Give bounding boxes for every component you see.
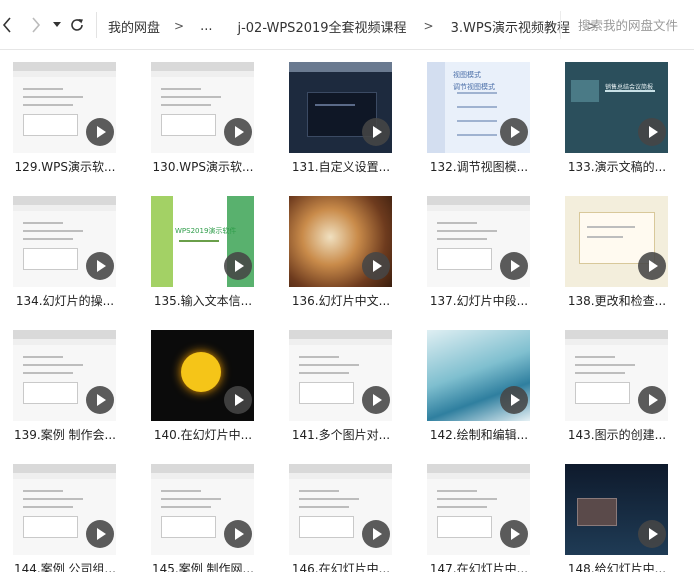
- video-thumbnail[interactable]: [565, 330, 668, 421]
- video-item[interactable]: 138.更改和检查...: [552, 186, 682, 309]
- video-thumbnail[interactable]: [427, 196, 530, 287]
- play-icon[interactable]: [362, 520, 390, 548]
- breadcrumb-item-ellipsis[interactable]: ...: [200, 19, 212, 34]
- video-title[interactable]: 130.WPS演示软...: [138, 158, 268, 175]
- play-icon[interactable]: [638, 252, 666, 280]
- search-input[interactable]: [578, 17, 694, 33]
- video-title[interactable]: 133.演示文稿的...: [552, 158, 682, 175]
- video-title[interactable]: 140.在幻灯片中...: [138, 426, 268, 443]
- video-item[interactable]: 137.幻灯片中段...: [414, 186, 544, 309]
- video-item[interactable]: 145.案例 制作网...: [138, 454, 268, 572]
- play-icon[interactable]: [362, 386, 390, 414]
- play-icon[interactable]: [86, 386, 114, 414]
- video-item[interactable]: 134.幻灯片的操...: [0, 186, 130, 309]
- play-icon[interactable]: [224, 520, 252, 548]
- video-title[interactable]: 134.幻灯片的操...: [0, 292, 130, 309]
- video-item[interactable]: WPS2019演示软件 135.输入文本信...: [138, 186, 268, 309]
- play-icon[interactable]: [500, 520, 528, 548]
- search-box: [560, 11, 694, 39]
- play-icon[interactable]: [224, 118, 252, 146]
- play-icon[interactable]: [86, 118, 114, 146]
- play-icon[interactable]: [500, 118, 528, 146]
- thumbnail-text: 销售总结会议简报: [605, 84, 654, 91]
- video-thumbnail[interactable]: [427, 330, 530, 421]
- video-item[interactable]: 销售总结会议简报 133.演示文稿的...: [552, 52, 682, 175]
- video-item[interactable]: 131.自定义设置...: [276, 52, 406, 175]
- video-thumbnail[interactable]: [565, 464, 668, 555]
- video-item[interactable]: 129.WPS演示软...: [0, 52, 130, 175]
- video-thumbnail[interactable]: [13, 330, 116, 421]
- play-icon[interactable]: [362, 252, 390, 280]
- video-title[interactable]: 129.WPS演示软...: [0, 158, 130, 175]
- video-thumbnail[interactable]: [289, 464, 392, 555]
- video-item[interactable]: 139.案例 制作会...: [0, 320, 130, 443]
- thumbnail-text: 视图模式: [453, 71, 481, 79]
- play-icon[interactable]: [638, 520, 666, 548]
- video-title[interactable]: 144.案例 公司组...: [0, 560, 130, 572]
- video-title[interactable]: 136.幻灯片中文...: [276, 292, 406, 309]
- video-title[interactable]: 142.绘制和编辑...: [414, 426, 544, 443]
- video-item[interactable]: 144.案例 公司组...: [0, 454, 130, 572]
- thumbnail-text: 调节视图模式: [453, 83, 495, 91]
- video-thumbnail[interactable]: [13, 464, 116, 555]
- video-item[interactable]: 143.图示的创建...: [552, 320, 682, 443]
- back-arrow-icon[interactable]: [0, 14, 14, 36]
- video-item[interactable]: 141.多个图片对...: [276, 320, 406, 443]
- play-icon[interactable]: [362, 118, 390, 146]
- video-thumbnail[interactable]: [565, 196, 668, 287]
- chevron-right-icon: >: [423, 19, 434, 33]
- video-item[interactable]: 视图模式调节视图模式 132.调节视图模...: [414, 52, 544, 175]
- video-item[interactable]: 148.给幻灯片中...: [552, 454, 682, 572]
- video-thumbnail[interactable]: 销售总结会议简报: [565, 62, 668, 153]
- play-icon[interactable]: [86, 252, 114, 280]
- video-title[interactable]: 138.更改和检查...: [552, 292, 682, 309]
- breadcrumb-item-my-drive[interactable]: 我的网盘: [108, 17, 160, 36]
- video-thumbnail[interactable]: [13, 62, 116, 153]
- video-title[interactable]: 145.案例 制作网...: [138, 560, 268, 572]
- video-thumbnail[interactable]: [151, 62, 254, 153]
- video-title[interactable]: 139.案例 制作会...: [0, 426, 130, 443]
- navigation-bar: 我的网盘 > ... j-02-WPS2019全套视频课程 > 3.WPS演示视…: [0, 0, 694, 50]
- video-title[interactable]: 147.在幻灯片中...: [414, 560, 544, 572]
- video-title[interactable]: 131.自定义设置...: [276, 158, 406, 175]
- play-icon[interactable]: [224, 252, 252, 280]
- video-title[interactable]: 143.图示的创建...: [552, 426, 682, 443]
- breadcrumb-item-current-folder[interactable]: 3.WPS演示视频教程: [451, 17, 570, 36]
- forward-arrow-icon[interactable]: [28, 14, 44, 36]
- breadcrumb-item-course-folder[interactable]: j-02-WPS2019全套视频课程: [237, 17, 406, 36]
- video-title[interactable]: 132.调节视图模...: [414, 158, 544, 175]
- video-title[interactable]: 137.幻灯片中段...: [414, 292, 544, 309]
- video-item[interactable]: 142.绘制和编辑...: [414, 320, 544, 443]
- play-icon[interactable]: [638, 118, 666, 146]
- video-thumbnail[interactable]: [151, 464, 254, 555]
- video-thumbnail[interactable]: [13, 196, 116, 287]
- play-icon[interactable]: [638, 386, 666, 414]
- breadcrumb: 我的网盘 > ... j-02-WPS2019全套视频课程 > 3.WPS演示视…: [108, 16, 614, 36]
- video-title[interactable]: 141.多个图片对...: [276, 426, 406, 443]
- video-item[interactable]: 136.幻灯片中文...: [276, 186, 406, 309]
- thumbnail-text: WPS2019演示软件: [175, 227, 237, 235]
- video-thumbnail[interactable]: [289, 62, 392, 153]
- video-thumbnail[interactable]: [151, 330, 254, 421]
- video-thumbnail[interactable]: [427, 464, 530, 555]
- video-title[interactable]: 146.在幻灯片中...: [276, 560, 406, 572]
- video-thumbnail[interactable]: WPS2019演示软件: [151, 196, 254, 287]
- play-icon[interactable]: [86, 520, 114, 548]
- video-item[interactable]: 140.在幻灯片中...: [138, 320, 268, 443]
- play-icon[interactable]: [500, 386, 528, 414]
- toolbar-divider: [96, 12, 97, 38]
- chevron-right-icon: >: [174, 19, 185, 33]
- video-thumbnail[interactable]: [289, 196, 392, 287]
- video-item[interactable]: 146.在幻灯片中...: [276, 454, 406, 572]
- video-thumbnail[interactable]: 视图模式调节视图模式: [427, 62, 530, 153]
- video-title[interactable]: 148.给幻灯片中...: [552, 560, 682, 572]
- video-thumbnail[interactable]: [289, 330, 392, 421]
- history-dropdown-icon[interactable]: [50, 14, 64, 36]
- play-icon[interactable]: [500, 252, 528, 280]
- video-title[interactable]: 135.输入文本信...: [138, 292, 268, 309]
- refresh-icon[interactable]: [68, 14, 86, 36]
- play-icon[interactable]: [224, 386, 252, 414]
- video-item[interactable]: 147.在幻灯片中...: [414, 454, 544, 572]
- video-item[interactable]: 130.WPS演示软...: [138, 52, 268, 175]
